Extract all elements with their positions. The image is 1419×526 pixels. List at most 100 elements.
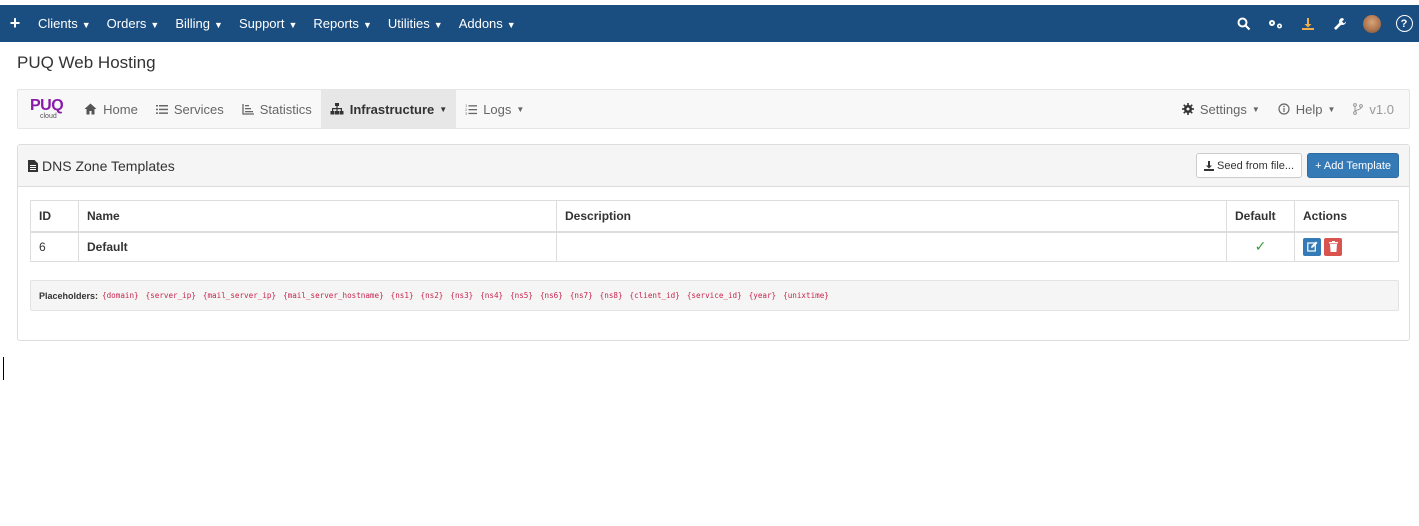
cell-actions	[1294, 231, 1399, 262]
caret-down-icon: ▼	[81, 20, 91, 30]
placeholder-token: {ns6}	[539, 291, 563, 300]
version-label: v1.0	[1369, 101, 1394, 117]
placeholder-token: {ns4}	[480, 291, 504, 300]
placeholder-token: {service_id}	[686, 291, 742, 300]
caret-down-icon: ▼	[150, 20, 160, 30]
caret-down-icon: ▼	[433, 20, 443, 30]
caret-down-icon: ▼	[362, 20, 372, 30]
module-navbar: PUQ cloud Home Services Statistics Infra…	[17, 89, 1410, 129]
nav-label: Infrastructure	[349, 101, 435, 117]
quick-add-button[interactable]: +	[0, 13, 30, 34]
avatar[interactable]	[1363, 14, 1381, 33]
panel-buttons: Seed from file... + Add Template	[1196, 153, 1399, 178]
delete-button[interactable]	[1324, 237, 1342, 256]
placeholder-token: {domain}	[102, 291, 139, 300]
caret-down-icon: ▼	[506, 20, 516, 30]
placeholder-token: {year}	[748, 291, 777, 300]
menu-label: Orders	[106, 16, 147, 31]
menu-billing[interactable]: Billing ▼	[167, 16, 231, 31]
brand-main: PUQ	[30, 97, 64, 114]
cell-id: 6	[30, 231, 79, 262]
menu-label: Clients	[38, 16, 78, 31]
col-id[interactable]: ID	[30, 200, 79, 233]
wrench-icon[interactable]	[1331, 15, 1349, 33]
trash-icon	[1328, 241, 1338, 253]
col-name[interactable]: Name	[78, 200, 557, 233]
gear-icon	[1181, 103, 1194, 115]
nav-logs[interactable]: 123 Logs ▼	[456, 90, 533, 128]
menu-label: Addons	[458, 16, 503, 31]
nav-services[interactable]: Services	[147, 90, 233, 128]
edit-icon	[1306, 241, 1317, 252]
cell-description	[556, 231, 1227, 262]
nav-label: Home	[103, 101, 138, 117]
templates-table: ID Name Description Default Actions 6 De…	[30, 200, 1399, 262]
placeholders-bar: Placeholders: {domain} {server_ip} {mail…	[30, 280, 1399, 311]
button-label: + Add Template	[1315, 159, 1391, 172]
nav-label: Services	[173, 101, 224, 117]
caret-down-icon: ▼	[288, 20, 298, 30]
download-icon	[1204, 160, 1215, 171]
brand-logo[interactable]: PUQ cloud	[18, 97, 75, 121]
nav-infrastructure[interactable]: Infrastructure ▼	[320, 90, 457, 128]
nav-statistics[interactable]: Statistics	[233, 90, 321, 128]
cell-default: ✓	[1226, 231, 1295, 262]
nav-version: v1.0	[1344, 90, 1403, 128]
caret-down-icon: ▼	[214, 20, 223, 30]
table-row: 6 Default ✓	[30, 231, 1399, 262]
placeholder-token: {ns1}	[390, 291, 414, 300]
help-glyph: ?	[1395, 15, 1413, 32]
code-branch-icon	[1353, 103, 1364, 115]
text-cursor	[3, 357, 4, 380]
table-header-row: ID Name Description Default Actions	[30, 200, 1399, 233]
placeholder-token: {ns7}	[569, 291, 593, 300]
caret-down-icon: ▼	[439, 104, 448, 114]
seed-from-file-button[interactable]: Seed from file...	[1196, 153, 1303, 178]
brand-sub: cloud	[40, 113, 57, 120]
col-description[interactable]: Description	[556, 200, 1227, 233]
placeholder-token: {server_ip}	[145, 291, 196, 300]
panel-title: DNS Zone Templates	[28, 158, 175, 174]
menu-reports[interactable]: Reports ▼	[305, 16, 379, 31]
panel-title-text: DNS Zone Templates	[42, 157, 175, 174]
menu-clients[interactable]: Clients ▼	[30, 16, 99, 31]
nav-settings[interactable]: Settings ▼	[1173, 90, 1269, 128]
placeholder-token: {ns5}	[510, 291, 533, 300]
dns-templates-panel: DNS Zone Templates Seed from file... + A…	[17, 144, 1410, 341]
svg-text:3: 3	[465, 111, 467, 114]
cogs-icon[interactable]	[1267, 15, 1285, 33]
nav-label: Logs	[483, 101, 512, 117]
nav-label: Settings	[1199, 101, 1247, 117]
home-icon	[84, 103, 97, 115]
cell-name: Default	[78, 231, 557, 262]
check-icon: ✓	[1254, 238, 1267, 255]
download-icon[interactable]	[1299, 15, 1317, 33]
menu-support[interactable]: Support ▼	[231, 16, 305, 31]
edit-button[interactable]	[1303, 237, 1321, 256]
add-template-button[interactable]: + Add Template	[1307, 153, 1399, 178]
menu-label: Support	[238, 16, 285, 31]
file-icon	[28, 159, 38, 172]
nav-home[interactable]: Home	[75, 90, 147, 128]
main-menu: Clients ▼ Orders ▼ Billing ▼ Support ▼ Repor…	[30, 16, 524, 31]
admin-topbar: + Clients ▼ Orders ▼ Billing ▼ Support ▼ Rep…	[0, 5, 1419, 42]
menu-label: Billing	[175, 16, 211, 31]
col-default[interactable]: Default	[1226, 200, 1295, 233]
menu-utilities[interactable]: Utilities ▼	[380, 16, 451, 31]
nav-label: Statistics	[259, 101, 312, 117]
search-icon[interactable]	[1235, 15, 1253, 33]
page-title: PUQ Web Hosting	[17, 53, 156, 72]
placeholder-token: {ns3}	[450, 291, 474, 300]
menu-addons[interactable]: Addons ▼	[451, 16, 524, 31]
placeholder-token: {mail_server_hostname}	[283, 291, 384, 300]
nav-help[interactable]: Help ▼	[1269, 90, 1345, 128]
info-icon	[1278, 103, 1290, 115]
placeholder-token: {client_id}	[629, 291, 680, 300]
menu-orders[interactable]: Orders ▼	[99, 16, 168, 31]
caret-down-icon: ▼	[1327, 104, 1336, 114]
placeholder-token: {ns2}	[420, 291, 444, 300]
help-icon[interactable]: ?	[1395, 15, 1413, 33]
list-ol-icon: 123	[465, 104, 478, 115]
caret-down-icon: ▼	[1251, 104, 1260, 114]
row-actions	[1303, 237, 1342, 256]
